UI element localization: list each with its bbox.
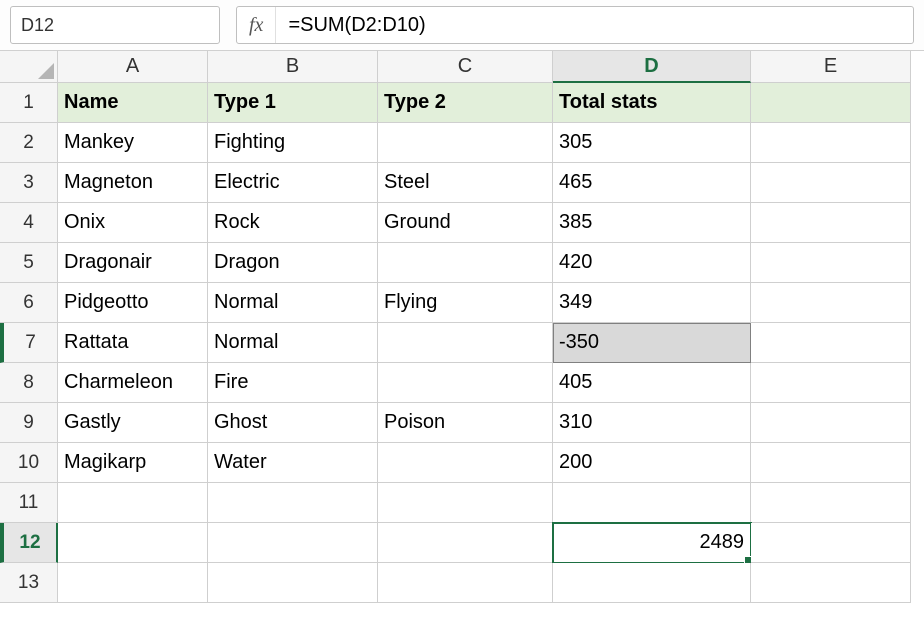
cell-B13[interactable] [208,563,378,603]
cell-A6[interactable]: Pidgeotto [58,283,208,323]
cell-A2[interactable]: Mankey [58,123,208,163]
cell-C5[interactable] [378,243,553,283]
header-cell-total-stats[interactable]: Total stats [553,83,751,123]
cell-E12[interactable] [751,523,911,563]
formula-input-container: fx [236,6,914,44]
row-header-10[interactable]: 10 [0,443,58,483]
cell-A11[interactable] [58,483,208,523]
cell-D2[interactable]: 305 [553,123,751,163]
cell-E10[interactable] [751,443,911,483]
row-header-4[interactable]: 4 [0,203,58,243]
cell-B4[interactable]: Rock [208,203,378,243]
cell-C8[interactable] [378,363,553,403]
row-header-8[interactable]: 8 [0,363,58,403]
cell-A13[interactable] [58,563,208,603]
row-header-12[interactable]: 12 [0,523,58,563]
formula-bar: ▾ fx [0,0,924,51]
cell-B10[interactable]: Water [208,443,378,483]
cell-E5[interactable] [751,243,911,283]
cell-A3[interactable]: Magneton [58,163,208,203]
header-cell-type-2[interactable]: Type 2 [378,83,553,123]
cell-D11[interactable] [553,483,751,523]
cell-A7[interactable]: Rattata [58,323,208,363]
cell-E2[interactable] [751,123,911,163]
cell-B12[interactable] [208,523,378,563]
select-all-corner[interactable] [0,51,58,83]
row-header-7[interactable]: 7 [0,323,58,363]
cell-E8[interactable] [751,363,911,403]
cell-B3[interactable]: Electric [208,163,378,203]
cell-C13[interactable] [378,563,553,603]
column-header-E[interactable]: E [751,51,911,83]
row-header-11[interactable]: 11 [0,483,58,523]
row-header-5[interactable]: 5 [0,243,58,283]
cell-C9[interactable]: Poison [378,403,553,443]
cell-C11[interactable] [378,483,553,523]
name-box-container: ▾ [10,6,220,44]
cell-A8[interactable]: Charmeleon [58,363,208,403]
cell-D13[interactable] [553,563,751,603]
column-header-D[interactable]: D [553,51,751,83]
spreadsheet-grid[interactable]: ABCDE 1NameType 1Type 2Total stats 2Mankey… [0,51,924,603]
header-cell-type-1[interactable]: Type 1 [208,83,378,123]
row-header-13[interactable]: 13 [0,563,58,603]
cell-B6[interactable]: Normal [208,283,378,323]
row-header-6[interactable]: 6 [0,283,58,323]
cell-C10[interactable] [378,443,553,483]
cell-B11[interactable] [208,483,378,523]
cell-C7[interactable] [378,323,553,363]
cell-E13[interactable] [751,563,911,603]
cell-B7[interactable]: Normal [208,323,378,363]
row-header-3[interactable]: 3 [0,163,58,203]
cell-C4[interactable]: Ground [378,203,553,243]
cell-E4[interactable] [751,203,911,243]
row-header-9[interactable]: 9 [0,403,58,443]
column-header-C[interactable]: C [378,51,553,83]
cell-D4[interactable]: 385 [553,203,751,243]
cell-C12[interactable] [378,523,553,563]
header-cell-name[interactable]: Name [58,83,208,123]
cell-A5[interactable]: Dragonair [58,243,208,283]
cell-D9[interactable]: 310 [553,403,751,443]
cell-B8[interactable]: Fire [208,363,378,403]
cell-D7[interactable]: -350 [553,323,751,363]
cell-D5[interactable]: 420 [553,243,751,283]
cell-E3[interactable] [751,163,911,203]
cell-E9[interactable] [751,403,911,443]
column-header-A[interactable]: A [58,51,208,83]
cell-E6[interactable] [751,283,911,323]
cell-B2[interactable]: Fighting [208,123,378,163]
cell-E7[interactable] [751,323,911,363]
cell-D3[interactable]: 465 [553,163,751,203]
cell-B5[interactable]: Dragon [208,243,378,283]
column-header-B[interactable]: B [208,51,378,83]
cell-C3[interactable]: Steel [378,163,553,203]
cell-C6[interactable]: Flying [378,283,553,323]
fx-icon[interactable]: fx [237,7,276,43]
cell-D8[interactable]: 405 [553,363,751,403]
cell-E11[interactable] [751,483,911,523]
cell-E1[interactable] [751,83,911,123]
cell-D6[interactable]: 349 [553,283,751,323]
cell-A12[interactable] [58,523,208,563]
active-cell[interactable]: 2489 [553,523,751,563]
cell-A4[interactable]: Onix [58,203,208,243]
cell-A9[interactable]: Gastly [58,403,208,443]
row-header-2[interactable]: 2 [0,123,58,163]
cell-A10[interactable]: Magikarp [58,443,208,483]
row-header-1[interactable]: 1 [0,83,58,123]
cell-C2[interactable] [378,123,553,163]
name-box[interactable] [11,15,263,36]
cell-B9[interactable]: Ghost [208,403,378,443]
formula-input[interactable] [276,14,913,37]
cell-D10[interactable]: 200 [553,443,751,483]
